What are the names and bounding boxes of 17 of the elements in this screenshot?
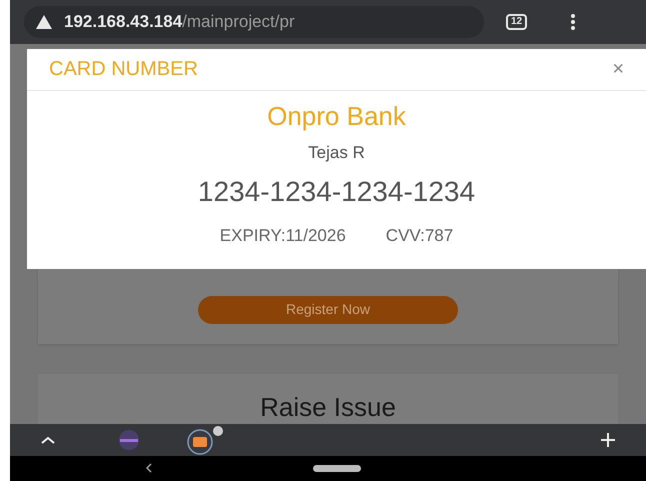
chevron-up-icon[interactable] [40, 434, 56, 445]
close-button[interactable]: × [612, 59, 624, 80]
plus-icon[interactable] [600, 432, 616, 448]
warning-icon [36, 14, 52, 29]
bank-name: Onpro Bank [267, 100, 406, 133]
card-holder: Tejas R [308, 142, 365, 164]
address-bar[interactable]: 192.168.43.184/mainproject/pr [24, 6, 484, 38]
back-icon[interactable] [145, 463, 153, 474]
url-text: 192.168.43.184/mainproject/pr [64, 11, 295, 34]
card-title: Raise Issue [260, 390, 396, 424]
cvv-code: CVV:787 [386, 225, 454, 248]
dialog-title: CARD NUMBER [49, 57, 198, 82]
card-number: 1234-1234-1234-1234 [198, 175, 476, 210]
expiry-date: EXPIRY:11/2026 [220, 225, 346, 248]
more-menu-icon[interactable] [571, 14, 576, 30]
home-pill[interactable] [313, 464, 361, 472]
tab-count[interactable]: 12 [506, 14, 528, 30]
